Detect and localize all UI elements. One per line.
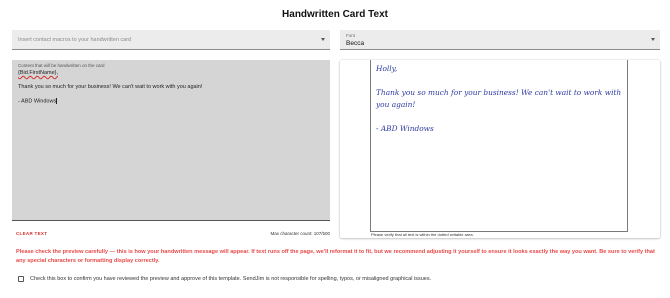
preview-text: Holly, Thank you so much for your busine… — [376, 63, 626, 135]
font-select[interactable]: Font Becca — [340, 30, 660, 50]
preview-line — [376, 111, 626, 123]
font-select-label: Font — [346, 33, 356, 38]
editor-line: Thank you so much for your business! We … — [18, 84, 203, 90]
confirm-row: Check this box to confirm you have revie… — [18, 276, 431, 282]
macro-select[interactable]: Insert contact macros to your handwritte… — [12, 30, 330, 50]
max-character-count: Max character count: 107/500 — [270, 231, 330, 236]
preview-line: you again! — [376, 100, 416, 109]
editor-line: - ABD Windows — [18, 98, 318, 105]
preview-note: Please verify that all text is within th… — [371, 232, 474, 237]
preview-line: Holly, — [376, 64, 398, 73]
preview-warning: Please check the preview carefully — thi… — [16, 249, 655, 264]
clear-text-button[interactable]: CLEAR TEXT — [16, 231, 47, 236]
editor-content[interactable]: {Bid.FirstName}, Thank you so much for y… — [18, 70, 318, 105]
chevron-down-icon[interactable] — [321, 38, 325, 41]
editor-line-text: - ABD Windows — [18, 98, 57, 105]
macro-select-placeholder: Insert contact macros to your handwritte… — [18, 37, 132, 43]
editor-label: Content that will be handwritten on the … — [18, 63, 105, 68]
handwriting-preview: Holly, Thank you so much for your busine… — [340, 60, 660, 238]
chevron-down-icon[interactable] — [651, 38, 655, 41]
preview-line — [376, 75, 626, 87]
text-cursor — [56, 98, 57, 104]
confirm-checkbox[interactable] — [18, 276, 24, 282]
card-text-editor[interactable]: Content that will be handwritten on the … — [12, 60, 330, 221]
preview-line: - ABD Windows — [376, 124, 434, 133]
page-title: Handwritten Card Text — [282, 9, 388, 20]
editor-line: {Bid.FirstName}, — [18, 70, 59, 76]
preview-line: Thank you so much for your business! We … — [376, 88, 622, 97]
confirm-label: Check this box to confirm you have revie… — [30, 276, 432, 282]
font-select-value: Becca — [346, 40, 365, 47]
